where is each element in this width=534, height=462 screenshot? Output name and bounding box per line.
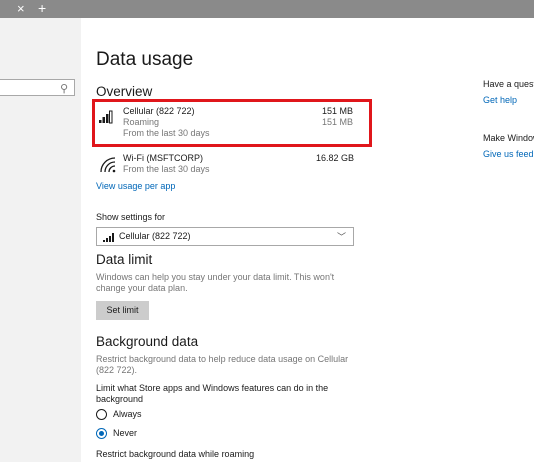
- give-feedback-link[interactable]: Give us feedb: [483, 149, 534, 159]
- data-limit-heading: Data limit: [96, 252, 153, 267]
- search-input[interactable]: ⚲: [0, 79, 75, 96]
- radio-never[interactable]: [96, 428, 107, 439]
- network-select-value: Cellular (822 722): [119, 231, 191, 241]
- background-desc-1: Restrict background data to help reduce …: [96, 354, 349, 364]
- make-windows-better-text: Make Window: [483, 133, 534, 143]
- sidebar: ⚲: [0, 18, 81, 462]
- restrict-roaming-label: Restrict background data while roaming: [96, 449, 255, 459]
- overview-heading: Overview: [96, 84, 153, 99]
- data-limit-desc-2: change your data plan.: [96, 283, 188, 293]
- show-settings-label: Show settings for: [96, 212, 166, 222]
- wifi-name: Wi-Fi (MSFTCORP): [123, 153, 203, 163]
- background-data-heading: Background data: [96, 334, 199, 349]
- close-tab-icon[interactable]: ×: [17, 2, 25, 15]
- get-help-link[interactable]: Get help: [483, 95, 517, 105]
- wifi-value: 16.82 GB: [316, 153, 355, 163]
- radio-always[interactable]: [96, 409, 107, 420]
- data-limit-desc-1: Windows can help you stay under your dat…: [96, 272, 335, 282]
- have-question-text: Have a questi: [483, 79, 534, 89]
- set-limit-button[interactable]: Set limit: [96, 301, 149, 320]
- title-bar: × +: [0, 0, 534, 18]
- network-select[interactable]: Cellular (822 722) ﹀: [96, 227, 354, 246]
- background-desc-2: (822 722).: [96, 365, 138, 375]
- radio-never-label[interactable]: Never: [113, 428, 137, 438]
- search-icon[interactable]: ⚲: [60, 82, 68, 95]
- new-tab-icon[interactable]: +: [38, 1, 46, 15]
- wifi-icon: [100, 157, 116, 173]
- limit-store-apps-label-2: background: [96, 394, 144, 404]
- view-usage-per-app-link[interactable]: View usage per app: [96, 181, 175, 191]
- radio-always-label[interactable]: Always: [113, 409, 142, 419]
- wifi-period: From the last 30 days: [123, 164, 210, 174]
- highlight-annotation: [92, 99, 372, 147]
- chevron-down-icon: ﹀: [336, 232, 346, 242]
- cellular-signal-icon: [103, 233, 114, 242]
- page-title: Data usage: [96, 49, 194, 70]
- limit-store-apps-label-1: Limit what Store apps and Windows featur…: [96, 383, 329, 393]
